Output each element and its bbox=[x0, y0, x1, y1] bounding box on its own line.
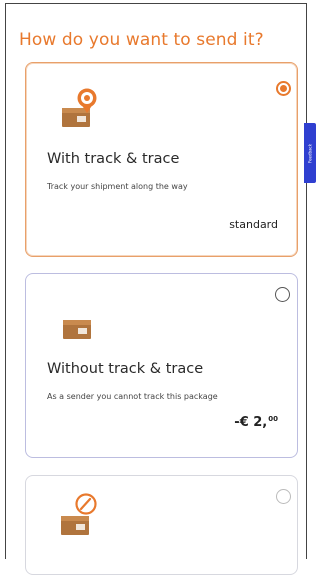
option-price: -€ 2,00 bbox=[234, 415, 278, 430]
radio-unselected[interactable] bbox=[276, 489, 291, 504]
option-title: With track & trace bbox=[47, 151, 180, 167]
package-icon bbox=[63, 320, 91, 339]
price-cents: 00 bbox=[268, 415, 278, 423]
radio-unselected[interactable] bbox=[275, 287, 290, 302]
option-description: Track your shipment along the way bbox=[47, 182, 188, 191]
page-title: How do you want to send it? bbox=[19, 30, 264, 50]
option-card-with-track-trace[interactable]: With track & trace Track your shipment a… bbox=[25, 62, 298, 257]
option-price: standard bbox=[229, 218, 278, 231]
feedback-tab[interactable]: Feedback bbox=[304, 123, 316, 183]
option-description: As a sender you cannot track this packag… bbox=[47, 392, 218, 401]
package-signature-icon bbox=[61, 493, 97, 535]
radio-selected[interactable] bbox=[276, 81, 291, 96]
option-title: Without track & trace bbox=[47, 361, 204, 377]
option-card-without-track-trace[interactable]: Without track & trace As a sender you ca… bbox=[25, 273, 298, 458]
price-main: -€ 2, bbox=[234, 415, 268, 430]
option-card-signature[interactable] bbox=[25, 475, 298, 575]
package-location-pin-icon bbox=[62, 88, 97, 127]
